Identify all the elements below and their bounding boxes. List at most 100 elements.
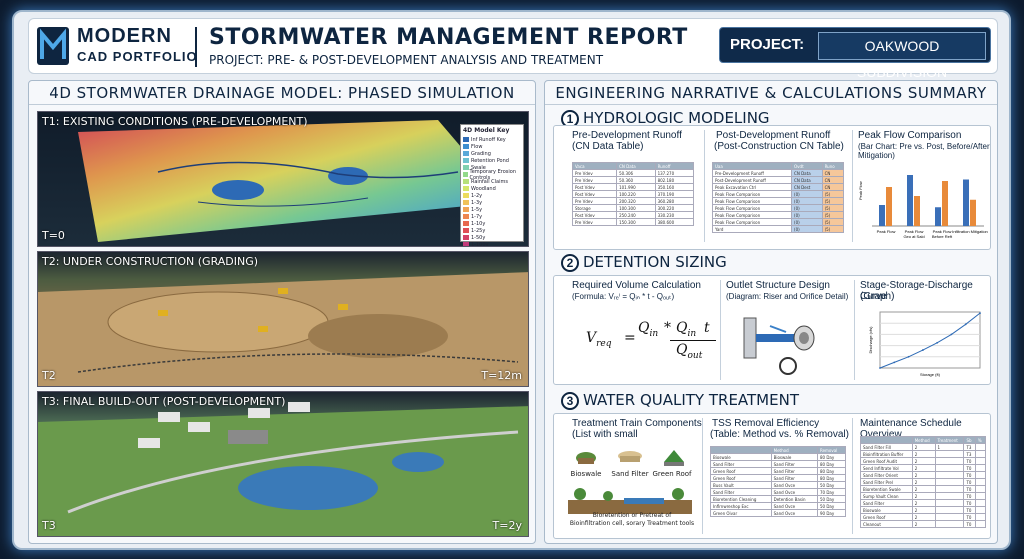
- legend-swatch: [463, 172, 468, 177]
- peak-bar-pre: [907, 175, 913, 226]
- table-cell: Sand Filter: [770, 474, 818, 482]
- treatment-caption-1: Bioretention or Pretreat of: [592, 512, 672, 519]
- legend-item: Flow: [463, 143, 521, 150]
- simulation-panel: 4D STORMWATER DRAINAGE MODEL: PHASED SIM…: [28, 80, 536, 544]
- legend-swatch: [463, 235, 469, 240]
- table-row: Sand Filter Sand Filter 80 Day: [710, 460, 847, 468]
- table-cell: (0): [791, 225, 823, 233]
- report-board: MODERN CAD PORTFOLIO STORMWATER MANAGEME…: [12, 10, 1011, 550]
- table-cell: T0: [963, 492, 976, 500]
- bioretention-cell-icon: [568, 488, 692, 514]
- peak-category-label: Peak Flow: [877, 229, 896, 234]
- maintenance-schedule-table: Method Treatment Sb% Sand Filter Fill 2 1 T3 Bi…: [860, 436, 987, 528]
- table-cell: Inflrnwreshop Exc: [710, 502, 772, 510]
- table-cell: Peak Flow Comparison: [711, 218, 793, 226]
- peak-bar-post: [886, 187, 892, 226]
- legend-swatch: [463, 193, 469, 198]
- table-cell: [934, 499, 965, 507]
- table-cell: [974, 478, 987, 486]
- table-cell: (0): [791, 197, 823, 205]
- component-green-roof: Green Roof: [652, 470, 692, 478]
- table-header-cell: Removal: [816, 446, 847, 454]
- table-row: Pre Vdev 50.306 137.270: [571, 169, 695, 177]
- table-cell: 300.220: [654, 204, 695, 212]
- legend-label: 1-50y: [471, 234, 486, 241]
- table-row: Peak Flow Comparison (0) (5): [711, 218, 845, 226]
- table-row: Pre Vdev 200.320 360.280: [571, 197, 695, 205]
- table-row: Post-Development Runoff CN Data CN: [711, 176, 845, 184]
- section-3-title: WATER QUALITY TREATMENT: [583, 391, 799, 409]
- section-water-quality: Treatment Train Components (List with sm…: [553, 413, 991, 539]
- legend-label: 1-3y: [471, 199, 483, 206]
- pre-runoff-desc: (CN Data Table): [572, 141, 644, 152]
- table-row: Sand Filter Orient 2 T0: [860, 471, 987, 479]
- table-cell: 370.190: [654, 190, 695, 198]
- table-cell: Bioswale: [770, 453, 818, 461]
- table-cell: 2: [911, 485, 936, 493]
- table-cell: T3: [963, 450, 976, 458]
- table-cell: 2: [911, 443, 936, 451]
- table-cell: Yard: [711, 225, 793, 233]
- table-cell: Sand Ovce: [770, 488, 818, 496]
- table-cell: (5): [821, 190, 845, 198]
- curve-point: [950, 333, 953, 336]
- legend-item: Inf Runoff Key: [463, 136, 521, 143]
- table-row: Green Roof Sand Filter 80 Day: [710, 467, 847, 475]
- table-cell: 2: [911, 464, 936, 472]
- table-cell: 250.240: [616, 211, 656, 219]
- grading-site-graphic: [38, 272, 528, 386]
- table-cell: Peak Flow Comparison: [711, 197, 793, 205]
- section-quality-heading: 3 WATER QUALITY TREATMENT: [561, 391, 799, 410]
- table-cell: [974, 506, 987, 514]
- legend-swatch: [463, 221, 469, 226]
- formula-qout: Qout: [676, 342, 703, 361]
- legend-label: Inf Runoff Key: [471, 136, 506, 143]
- model-key-legend: 4D Model Key Inf Runoff Key Flow Grading Re…: [460, 124, 524, 246]
- table-row: Peak Flow Comparison (0) (5): [711, 190, 845, 198]
- table-cell: T0: [963, 471, 976, 479]
- table-header-cell: %: [974, 436, 987, 444]
- scene-1-tag: T1: EXISTING CONDITIONS (PRE-DEVELOPMENT…: [42, 115, 308, 128]
- peak-bar-post: [942, 181, 948, 226]
- peak-flow-chart: Peak FlowPeak Flow Peak FlowGeo at SaldPe…: [858, 175, 988, 239]
- section-2-number: 2: [561, 253, 579, 272]
- table-row: Green Oivar Sand Ovce 90 Day: [710, 509, 847, 517]
- table-row: Post Vdev 100.220 370.190: [571, 190, 695, 198]
- table-row: Peak Flow Comparison (0) (5): [711, 211, 845, 219]
- table-cell: Cleanout: [860, 520, 913, 528]
- legend-item: 1-25y: [463, 227, 521, 234]
- table-cell: 50.306: [616, 169, 656, 177]
- table-cell: CN Data: [791, 169, 823, 177]
- post-runoff-desc: (Post-Construction CN Table): [714, 141, 844, 152]
- curve-point: [879, 367, 881, 369]
- table-row: Yard (0) (5): [711, 225, 845, 233]
- table-header-cell: Sb: [963, 436, 976, 444]
- table-cell: 2: [911, 478, 936, 486]
- stage-storage-curve: Storage (ft) Discharge (cfs): [868, 311, 981, 377]
- table-cell: Post-Development Runoff: [711, 176, 793, 184]
- table-cell: [934, 457, 965, 465]
- table-cell: 2: [911, 506, 936, 514]
- table-cell: [974, 520, 987, 528]
- outlet-design-title: Outlet Structure Design: [726, 280, 830, 291]
- table-cell: 2: [911, 492, 936, 500]
- table-cell: Sand Ovce: [770, 509, 818, 517]
- table-cell: Pre Vdev: [571, 176, 618, 184]
- legend-label: 1-10y: [471, 220, 486, 227]
- table-cell: [934, 471, 965, 479]
- page-title: STORMWATER MANAGEMENT REPORT: [209, 25, 688, 50]
- table-row: Sand Filter Fill 2 1 T3: [860, 443, 987, 451]
- volume-calc-desc: (Formula: Vᵣₑⁱ = Qᵢₙ * t - Qₒᵤₜ): [572, 292, 675, 301]
- section-3-number: 3: [561, 391, 579, 410]
- table-cell: [934, 450, 965, 458]
- peak-bar-post: [970, 199, 976, 226]
- treatment-train-title: Treatment Train Components: [572, 418, 702, 429]
- scene-3-label: T3: [42, 519, 56, 532]
- table-row: Bioswale Bioswale 80 Day: [710, 453, 847, 461]
- table-cell: 100.300: [616, 204, 656, 212]
- legend-swatch: [463, 151, 469, 156]
- brand-name: MODERN: [77, 25, 172, 47]
- table-cell: 137.270: [654, 169, 695, 177]
- table-cell: Sand Ovce: [770, 481, 818, 489]
- table-row: Buss Vault Sand Ovce 50 Day: [710, 481, 847, 489]
